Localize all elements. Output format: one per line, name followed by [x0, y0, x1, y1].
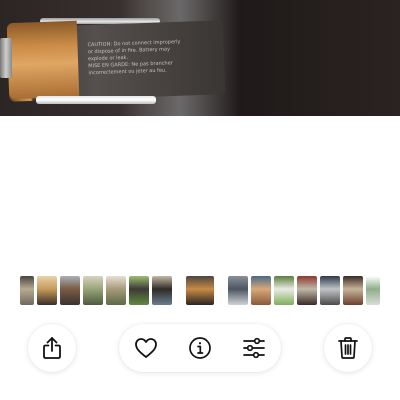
main-photo[interactable]: CAUTION: Do not connect improperly or di…: [0, 0, 400, 116]
trash-icon: [337, 336, 359, 360]
favorite-button[interactable]: [126, 324, 166, 372]
sliders-icon: [242, 337, 266, 359]
thumbnail[interactable]: [106, 276, 126, 305]
thumbnail[interactable]: [366, 276, 380, 305]
photo-actions-group: [119, 324, 281, 372]
thumbnail[interactable]: [83, 276, 103, 305]
thumbnail[interactable]: [37, 276, 57, 305]
thumbnail[interactable]: [251, 276, 271, 305]
share-button[interactable]: [28, 324, 76, 372]
thumbnail-strip[interactable]: [0, 276, 400, 305]
share-icon: [41, 336, 63, 360]
delete-button[interactable]: [324, 324, 372, 372]
battery-terminal: [0, 38, 12, 78]
battery-label-text: CAUTION: Do not connect improperly or di…: [87, 38, 218, 78]
thumbnail[interactable]: [297, 276, 317, 305]
info-icon: [188, 336, 212, 360]
thumbnail[interactable]: [152, 276, 172, 305]
heart-icon: [134, 337, 158, 359]
thumbnail[interactable]: [320, 276, 340, 305]
adjust-button[interactable]: [234, 324, 274, 372]
thumbnail[interactable]: [274, 276, 294, 305]
thumbnail[interactable]: [20, 276, 34, 305]
thumbnail-current[interactable]: [186, 276, 214, 305]
thumbnail[interactable]: [60, 276, 80, 305]
battery-bottom-edge: [36, 96, 156, 104]
thumbnail[interactable]: [129, 276, 149, 305]
thumbnail[interactable]: [343, 276, 363, 305]
battery-copper-cap: [6, 20, 80, 100]
thumbnail[interactable]: [228, 276, 248, 305]
photo-viewer-screen: CAUTION: Do not connect improperly or di…: [0, 0, 400, 400]
info-button[interactable]: [180, 324, 220, 372]
